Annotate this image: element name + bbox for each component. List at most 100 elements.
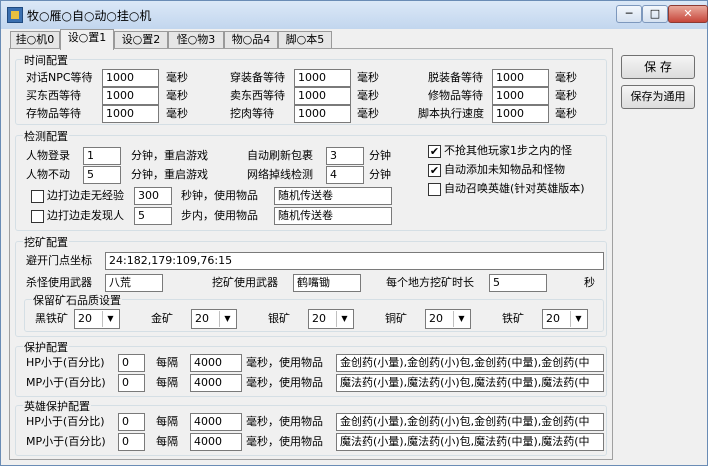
store-wait-input[interactable]: 1000 [102, 105, 159, 123]
app-icon [7, 7, 23, 23]
idle-input[interactable]: 5 [83, 166, 121, 184]
mine-weapon-input[interactable]: 鹤嘴锄 [293, 274, 361, 292]
mining-config-title: 挖矿配置 [23, 234, 69, 250]
mp-interval-input[interactable]: 4000 [190, 374, 242, 392]
no-exp-checkbox[interactable] [31, 190, 44, 203]
tab-hang[interactable]: 挂○机0 [10, 31, 60, 49]
unit-label: 毫秒 [357, 89, 379, 102]
npc-wait-input[interactable]: 1000 [102, 69, 159, 87]
no-exp-item-input[interactable]: 随机传送卷 [274, 187, 392, 205]
time-label: 挖肉等待 [230, 107, 274, 120]
hero-mp-interval-input[interactable]: 4000 [190, 433, 242, 451]
copper-ore-select[interactable]: 20 ▼ [425, 309, 471, 329]
every-label: 每隔 [156, 435, 178, 448]
select-value: 20 [78, 312, 92, 325]
hero-protect-config-title: 英雄保护配置 [23, 398, 91, 414]
silver-ore-select[interactable]: 20 ▼ [308, 309, 354, 329]
dig-meat-wait-input[interactable]: 1000 [294, 105, 351, 123]
hero-mp-items-input[interactable]: 魔法药(小量),魔法药(小)包,魔法药(中量),魔法药(中 [336, 433, 604, 451]
tab-settings-1[interactable]: 设○置1 [60, 29, 114, 50]
time-label: 对话NPC等待 [26, 71, 93, 84]
time-label: 脱装备等待 [428, 71, 483, 84]
mine-time-input[interactable]: 5 [489, 274, 547, 292]
mp-percent-input[interactable]: 0 [118, 374, 145, 392]
select-value: 20 [429, 312, 443, 325]
net-check-input[interactable]: 4 [326, 166, 364, 184]
tab-settings-2[interactable]: 设○置2 [114, 31, 168, 49]
tab-script[interactable]: 脚○本5 [278, 31, 332, 49]
repair-wait-input[interactable]: 1000 [492, 87, 549, 105]
hp-items-input[interactable]: 金创药(小量),金创药(小)包,金创药(中量),金创药(中 [336, 354, 604, 372]
title-bar: 牧○雁○自○动○挂○机 ─ □ ✕ [1, 1, 708, 29]
hero-mp-percent-input[interactable]: 0 [118, 433, 145, 451]
ore-quality-group: 保留矿石品质设置 黑铁矿 20 ▼ 金矿 20 ▼ 银矿 20 ▼ 铜矿 20 ▼ 铁矿… [24, 292, 604, 332]
hero-hp-interval-input[interactable]: 4000 [190, 413, 242, 431]
net-check-unit: 分钟 [369, 168, 391, 181]
time-label: 穿装备等待 [230, 71, 285, 84]
chevron-down-icon: ▼ [453, 311, 469, 327]
hp-interval-input[interactable]: 4000 [190, 354, 242, 372]
hp-unit: 毫秒，使用物品 [246, 356, 323, 369]
ore-quality-title: 保留矿石品质设置 [32, 292, 122, 308]
sell-wait-input[interactable]: 1000 [294, 87, 351, 105]
login-input[interactable]: 1 [83, 147, 121, 165]
unit-label: 毫秒 [357, 71, 379, 84]
save-as-default-button[interactable]: 保存为通用 [621, 85, 695, 109]
black-iron-select[interactable]: 20 ▼ [74, 309, 120, 329]
refresh-bag-input[interactable]: 3 [326, 147, 364, 165]
script-speed-input[interactable]: 1000 [492, 105, 549, 123]
gold-ore-select[interactable]: 20 ▼ [191, 309, 237, 329]
no-steal-label: 不抢其他玩家1步之内的怪 [444, 144, 572, 157]
maximize-button[interactable]: □ [642, 5, 668, 23]
mining-config-group: 挖矿配置 避开门点坐标 24:182,179:109,76:15 杀怪使用武器 … [15, 234, 607, 337]
hero-hp-percent-input[interactable]: 0 [118, 413, 145, 431]
mine-time-unit: 秒 [584, 276, 595, 289]
buy-wait-input[interactable]: 1000 [102, 87, 159, 105]
close-button[interactable]: ✕ [668, 5, 708, 23]
mp-unit: 毫秒，使用物品 [246, 376, 323, 389]
time-label: 脚本执行速度 [418, 107, 484, 120]
find-player-label: 边打边走发现人 [47, 209, 124, 222]
unit-label: 毫秒 [555, 89, 577, 102]
select-value: 20 [195, 312, 209, 325]
minimize-button[interactable]: ─ [616, 5, 642, 23]
no-steal-checkbox[interactable]: ✔ [428, 145, 441, 158]
unit-label: 毫秒 [357, 107, 379, 120]
chevron-down-icon: ▼ [570, 311, 586, 327]
tab-monster[interactable]: 怪○物3 [168, 31, 224, 49]
select-value: 20 [546, 312, 560, 325]
time-label: 卖东西等待 [230, 89, 285, 102]
kill-weapon-input[interactable]: 八荒 [105, 274, 163, 292]
chevron-down-icon: ▼ [219, 311, 235, 327]
find-player-item-input[interactable]: 随机传送卷 [274, 207, 392, 225]
time-config-title: 时间配置 [23, 52, 69, 68]
hero-protect-config-group: 英雄保护配置 HP小于(百分比) 0 每隔 4000 毫秒，使用物品 金创药(小… [15, 398, 607, 456]
auto-add-label: 自动添加未知物品和怪物 [444, 163, 565, 176]
unit-label: 毫秒 [555, 71, 577, 84]
iron-ore-select[interactable]: 20 ▼ [542, 309, 588, 329]
net-check-label: 网络掉线检测 [247, 168, 313, 181]
every-label: 每隔 [156, 415, 178, 428]
find-player-input[interactable]: 5 [134, 207, 172, 225]
find-player-checkbox[interactable] [31, 210, 44, 223]
no-exp-input[interactable]: 300 [134, 187, 172, 205]
find-player-unit: 步内，使用物品 [181, 209, 258, 222]
auto-add-checkbox[interactable]: ✔ [428, 164, 441, 177]
mp-items-input[interactable]: 魔法药(小量),魔法药(小)包,魔法药(中量),魔法药(中 [336, 374, 604, 392]
unit-label: 毫秒 [166, 71, 188, 84]
save-button[interactable]: 保 存 [621, 55, 695, 79]
avoid-door-input[interactable]: 24:182,179:109,76:15 [105, 252, 604, 270]
tab-items[interactable]: 物○品4 [224, 31, 278, 49]
settings-panel: 时间配置 对话NPC等待 1000 毫秒 穿装备等待 1000 毫秒 脱装备等待… [9, 48, 613, 460]
main-window: 牧○雁○自○动○挂○机 ─ □ ✕ 挂○机0 设○置1 设○置2 怪○物3 物○… [0, 0, 708, 466]
hero-hp-items-input[interactable]: 金创药(小量),金创药(小)包,金创药(中量),金创药(中 [336, 413, 604, 431]
summon-hero-checkbox[interactable] [428, 183, 441, 196]
refresh-bag-unit: 分钟 [369, 149, 391, 162]
unequip-wait-input[interactable]: 1000 [492, 69, 549, 87]
equip-wait-input[interactable]: 1000 [294, 69, 351, 87]
ore-label: 黑铁矿 [35, 312, 68, 325]
hp-percent-input[interactable]: 0 [118, 354, 145, 372]
time-config-group: 时间配置 对话NPC等待 1000 毫秒 穿装备等待 1000 毫秒 脱装备等待… [15, 52, 607, 125]
protect-config-group: 保护配置 HP小于(百分比) 0 每隔 4000 毫秒，使用物品 金创药(小量)… [15, 339, 607, 397]
hp-label: HP小于(百分比) [26, 356, 105, 369]
